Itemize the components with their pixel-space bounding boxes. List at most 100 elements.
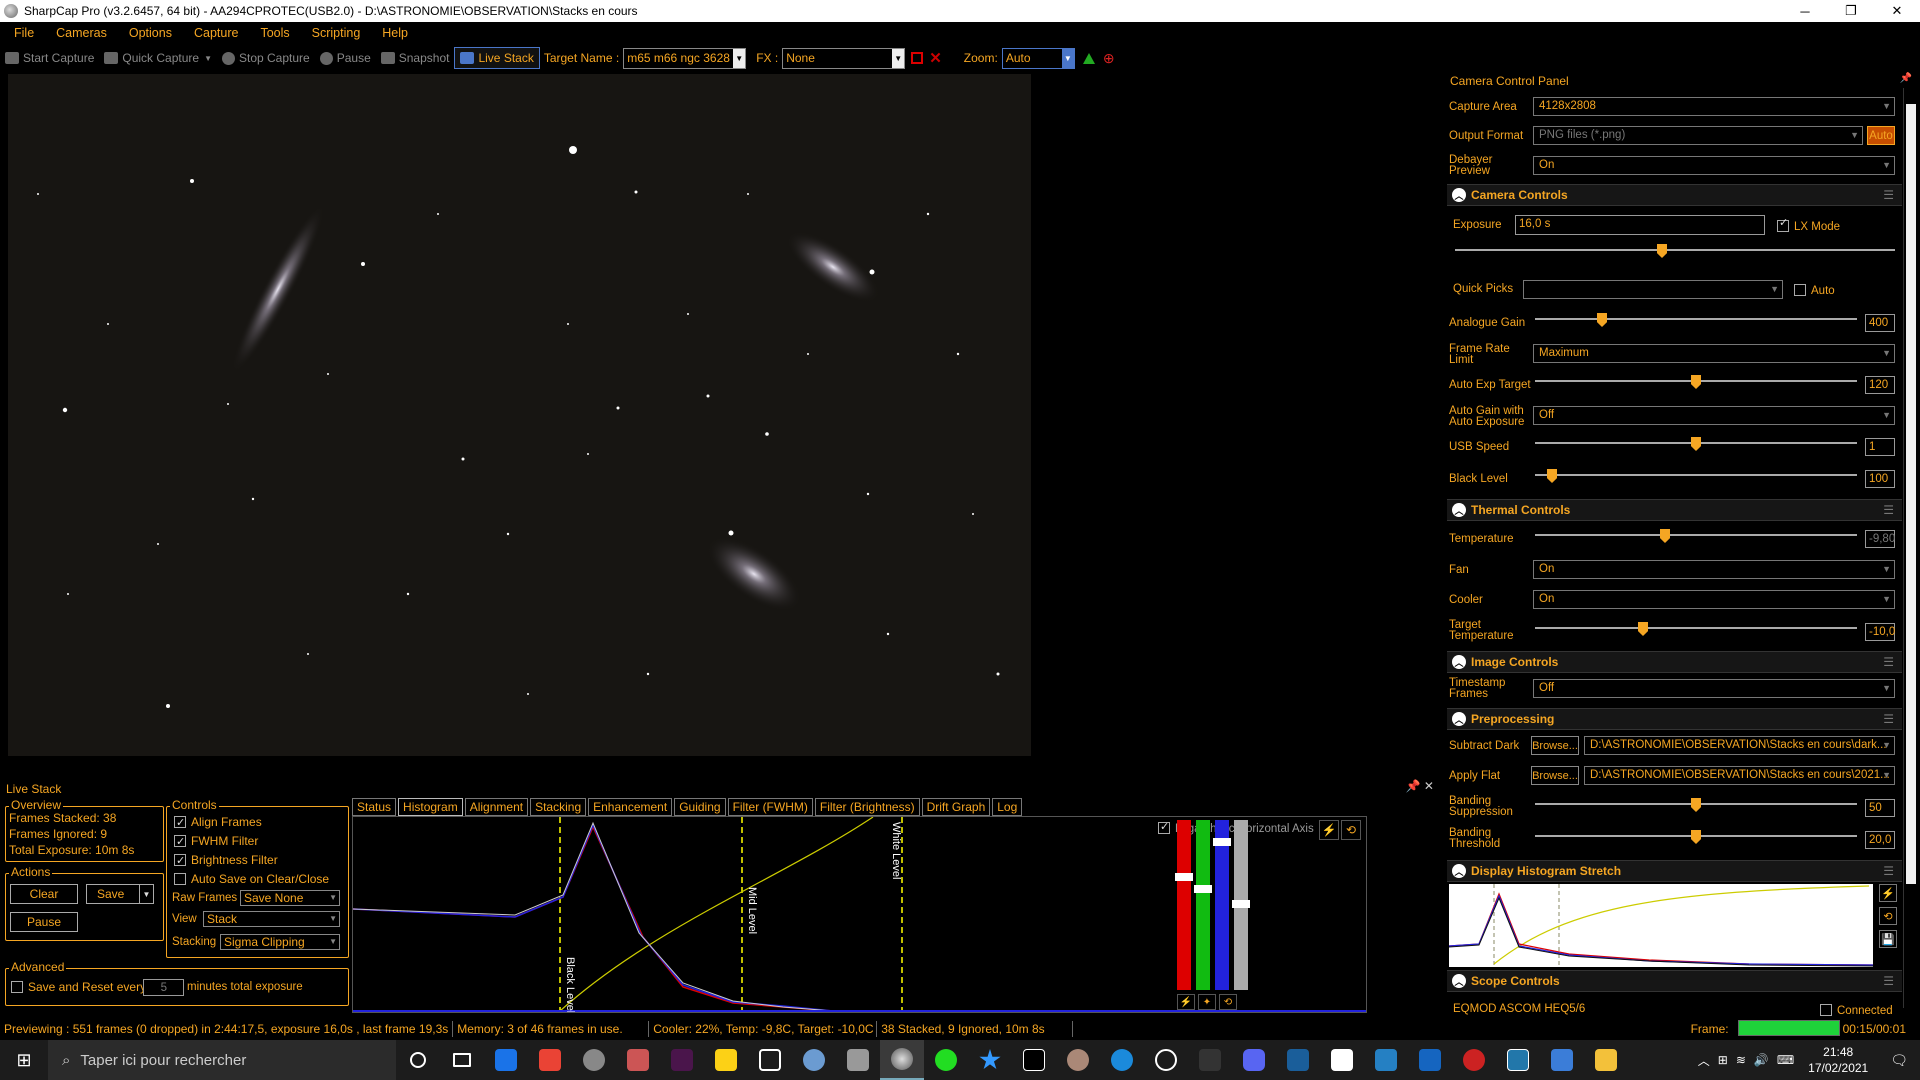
lx-mode-row[interactable]: LX Mode: [1777, 218, 1840, 233]
quick-picks-auto-row[interactable]: Auto: [1794, 284, 1835, 297]
slider-thumb[interactable]: [1691, 830, 1701, 844]
save-reset-checkbox[interactable]: [11, 981, 23, 993]
black-level-input[interactable]: 100: [1865, 470, 1895, 488]
file-explorer-icon[interactable]: [1584, 1040, 1628, 1080]
maximize-button[interactable]: ❐: [1828, 0, 1874, 22]
zoom-select[interactable]: Auto ▼: [1001, 47, 1075, 69]
histogram-icon[interactable]: [1082, 52, 1095, 64]
autosave-row[interactable]: Auto Save on Clear/Close: [174, 870, 341, 889]
stacking-select[interactable]: Sigma Clipping ▼: [220, 934, 340, 950]
tab-drift-graph[interactable]: Drift Graph: [921, 798, 991, 816]
menu-options[interactable]: Options: [118, 26, 183, 40]
preprocessing-header[interactable]: ︿ Preprocessing ☰: [1447, 708, 1902, 730]
snapshot-button[interactable]: Snapshot: [376, 47, 455, 69]
save-reset-row[interactable]: Save and Reset every: [11, 980, 146, 994]
green-slider-handle[interactable]: [1194, 885, 1212, 893]
menu-icon[interactable]: ☰: [1883, 712, 1894, 726]
debayer-select[interactable]: On ▼: [1533, 156, 1895, 175]
menu-help[interactable]: Help: [371, 26, 419, 40]
log-axis-checkbox[interactable]: [1158, 820, 1170, 834]
display-histogram-header[interactable]: ︿ Display Histogram Stretch ☰: [1447, 860, 1902, 882]
cortana-icon[interactable]: [396, 1040, 440, 1080]
brightness-filter-row[interactable]: Brightness Filter: [174, 851, 341, 871]
slider-thumb[interactable]: [1657, 244, 1667, 258]
start-capture-button[interactable]: Start Capture: [0, 47, 99, 69]
sharpcap-taskbar-icon[interactable]: [880, 1040, 924, 1080]
raw-frames-select[interactable]: Save None ▼: [240, 890, 340, 906]
live-stack-histogram[interactable]: Black Level Mid Level White Level Logari…: [352, 816, 1367, 1013]
wifi-icon[interactable]: ≋: [1732, 1053, 1750, 1067]
image-viewer[interactable]: [8, 74, 1031, 756]
camera-controls-header[interactable]: ︿ Camera Controls ☰: [1447, 184, 1902, 206]
live-stack-button[interactable]: Live Stack: [454, 47, 540, 69]
menu-cameras[interactable]: Cameras: [45, 26, 118, 40]
lx-mode-checkbox[interactable]: [1777, 218, 1789, 232]
align-frames-checkbox[interactable]: [174, 814, 186, 833]
frame-rate-select[interactable]: Maximum ▼: [1533, 344, 1895, 363]
slider-thumb[interactable]: [1691, 798, 1701, 812]
app-icon[interactable]: [1408, 1040, 1452, 1080]
save-button[interactable]: Save ▼: [86, 884, 154, 904]
app-icon[interactable]: [1452, 1040, 1496, 1080]
target-temp-slider[interactable]: [1535, 622, 1857, 636]
menu-file[interactable]: File: [0, 26, 45, 40]
auto-format-button[interactable]: Auto: [1867, 126, 1895, 145]
app-icon[interactable]: [1540, 1040, 1584, 1080]
menu-icon[interactable]: ☰: [1883, 188, 1894, 202]
gain-slider[interactable]: [1535, 313, 1857, 327]
auto-exp-input[interactable]: 120: [1865, 376, 1895, 394]
lightning-icon[interactable]: ⚡: [1177, 994, 1195, 1010]
exposure-input[interactable]: 16,0 s: [1515, 215, 1765, 235]
auto-stretch-icon[interactable]: ⚡: [1879, 884, 1897, 902]
collapse-icon[interactable]: ︿: [1452, 974, 1466, 988]
fan-select[interactable]: On ▼: [1533, 560, 1895, 579]
tab-stacking[interactable]: Stacking: [530, 798, 587, 816]
quick-picks-select[interactable]: ▼: [1523, 280, 1783, 299]
app-icon[interactable]: [1056, 1040, 1100, 1080]
connected-row[interactable]: Connected: [1820, 1004, 1893, 1017]
usb-speed-input[interactable]: 1: [1865, 438, 1895, 456]
auto-stretch-icon[interactable]: ⚡: [1319, 820, 1339, 840]
menu-icon[interactable]: ☰: [1883, 974, 1894, 988]
quick-capture-button[interactable]: Quick Capture ▼: [99, 47, 217, 69]
slack-icon[interactable]: [660, 1040, 704, 1080]
chevron-down-icon[interactable]: ▼: [733, 48, 746, 68]
collapse-icon[interactable]: ︿: [1452, 503, 1466, 517]
teamspeak-icon[interactable]: [1364, 1040, 1408, 1080]
record-icon[interactable]: [911, 52, 924, 64]
tab-filter-brightness[interactable]: Filter (Brightness): [814, 798, 920, 816]
quick-picks-auto-checkbox[interactable]: [1794, 284, 1806, 296]
capture-area-select[interactable]: 4128x2808 ▼: [1533, 97, 1895, 116]
edge-icon[interactable]: [1100, 1040, 1144, 1080]
chevron-down-icon[interactable]: ▼: [1061, 48, 1074, 68]
menu-icon[interactable]: ☰: [1883, 655, 1894, 669]
chevron-down-icon[interactable]: ▼: [139, 885, 153, 903]
display-histogram-plot[interactable]: [1448, 884, 1874, 967]
collapse-icon[interactable]: ︿: [1452, 655, 1466, 669]
clear-button[interactable]: Clear: [10, 884, 78, 904]
volume-icon[interactable]: 🔊: [1750, 1053, 1773, 1067]
target-name-input[interactable]: m65 m66 ngc 3628 ▼: [623, 47, 747, 69]
thermal-controls-header[interactable]: ︿ Thermal Controls ☰: [1447, 499, 1902, 521]
luminance-slider[interactable]: [1232, 820, 1250, 990]
menu-scripting[interactable]: Scripting: [301, 26, 372, 40]
zoom-icon[interactable]: ⊕: [1103, 50, 1115, 67]
minimize-button[interactable]: ─: [1782, 0, 1828, 22]
slider-thumb[interactable]: [1597, 313, 1607, 327]
menu-icon[interactable]: ☰: [1883, 864, 1894, 878]
collapse-icon[interactable]: ︿: [1452, 864, 1466, 878]
tab-filter-fwhm[interactable]: Filter (FWHM): [727, 798, 813, 816]
app-icon[interactable]: [836, 1040, 880, 1080]
panel-close-icon[interactable]: 📌 ✕: [1406, 779, 1434, 793]
slider-thumb[interactable]: [1691, 375, 1701, 389]
dark-path-select[interactable]: D:\ASTRONOMIE\OBSERVATION\Stacks en cour…: [1584, 736, 1895, 755]
banding-thr-slider[interactable]: [1535, 830, 1857, 844]
tab-enhancement[interactable]: Enhancement: [588, 798, 673, 816]
black-level-slider[interactable]: [1535, 469, 1857, 483]
image-controls-header[interactable]: ︿ Image Controls ☰: [1447, 651, 1902, 673]
scrollbar-thumb[interactable]: [1906, 104, 1916, 884]
fwhm-filter-row[interactable]: FWHM Filter: [174, 832, 341, 852]
slider-thumb[interactable]: [1638, 622, 1648, 636]
app-icon[interactable]: [1276, 1040, 1320, 1080]
luminance-slider-handle[interactable]: [1232, 900, 1250, 908]
